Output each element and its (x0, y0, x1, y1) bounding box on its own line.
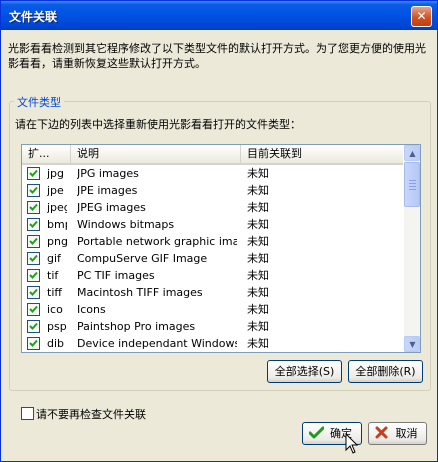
row-description: JPEG images (77, 201, 146, 214)
scroll-down-button[interactable]: ▼ (404, 336, 420, 352)
vertical-scrollbar[interactable]: ▲ ▼ (404, 145, 420, 352)
row-checkbox[interactable] (27, 320, 40, 333)
row-checkbox[interactable] (27, 269, 40, 282)
dont-check-checkbox[interactable] (21, 407, 34, 420)
list-row[interactable]: gif CompuServe GIF Image 未知 (22, 250, 403, 267)
select-all-button[interactable]: 全部选择(S) (267, 360, 342, 383)
row-checkbox[interactable] (27, 201, 40, 214)
row-extension: psp (47, 320, 67, 333)
row-checkbox[interactable] (27, 184, 40, 197)
column-header-description[interactable]: 说明 (71, 145, 241, 163)
row-extension: png (47, 235, 67, 248)
list-row[interactable]: bmp Windows bitmaps 未知 (22, 216, 403, 233)
list-row[interactable]: tiff Macintosh TIFF images 未知 (22, 284, 403, 301)
row-checkbox[interactable] (27, 286, 40, 299)
close-button[interactable]: ✕ (411, 6, 432, 27)
row-extension: gif (47, 252, 61, 265)
delete-all-button[interactable]: 全部删除(R) (348, 360, 423, 383)
check-icon (29, 339, 38, 347)
row-description: Windows bitmaps (77, 218, 175, 231)
file-type-list[interactable]: 扩... 说明 目前关联到 jpg JPG images 未知 jpe JPE imag… (21, 144, 421, 353)
cancel-button[interactable]: 取消 (368, 422, 427, 445)
row-associated: 未知 (247, 269, 269, 282)
group-legend: 文件类型 (14, 94, 64, 110)
check-icon (29, 288, 38, 296)
title-bar[interactable]: 文件关联 ✕ (1, 1, 437, 30)
row-checkbox[interactable] (27, 235, 40, 248)
row-associated: 未知 (247, 286, 269, 299)
description-text: 光影看看检测到其它程序修改了以下类型文件的默认打开方式。为了您更方便的使用光影看… (8, 42, 426, 70)
list-row[interactable]: jpeg JPEG images 未知 (22, 199, 403, 216)
row-associated: 未知 (247, 252, 269, 265)
check-icon (29, 237, 38, 245)
list-row[interactable]: dib Device independant Windows ... 未知 (22, 335, 403, 352)
list-row[interactable]: psp Paintshop Pro images 未知 (22, 318, 403, 335)
chevron-up-icon: ▲ (409, 149, 416, 158)
row-description: Macintosh TIFF images (77, 286, 203, 299)
check-icon (29, 203, 38, 211)
list-header: 扩... 说明 目前关联到 (22, 145, 403, 165)
check-icon (29, 271, 38, 279)
check-icon (29, 254, 38, 262)
row-associated: 未知 (247, 201, 269, 214)
row-description: Paintshop Pro images (77, 320, 196, 333)
row-description: Portable network graphic images (77, 235, 237, 248)
scroll-thumb[interactable] (404, 162, 420, 207)
scroll-up-button[interactable]: ▲ (404, 145, 420, 161)
column-header-associated[interactable]: 目前关联到 (241, 145, 403, 163)
row-extension: jpe (47, 184, 64, 197)
cancel-x-icon (375, 426, 388, 439)
check-icon (29, 169, 38, 177)
mouse-cursor-icon (345, 433, 359, 454)
cancel-label: 取消 (395, 427, 418, 440)
checkmark-icon (309, 426, 324, 439)
row-description: JPG images (77, 167, 139, 180)
row-checkbox[interactable] (27, 252, 40, 265)
list-prompt: 请在下边的列表中选择重新使用光影看看打开的文件类型： (15, 118, 301, 131)
row-description: Icons (77, 303, 106, 316)
row-description: Device independant Windows ... (77, 337, 237, 350)
row-associated: 未知 (247, 337, 269, 350)
list-row[interactable]: png Portable network graphic images 未知 (22, 233, 403, 250)
row-extension: bmp (47, 218, 67, 231)
row-checkbox[interactable] (27, 337, 40, 350)
list-rows: jpg JPG images 未知 jpe JPE images 未知 jpeg JPEG i… (22, 165, 403, 352)
row-description: PC TIF images (77, 269, 155, 282)
check-icon (29, 322, 38, 330)
list-row[interactable]: ico Icons 未知 (22, 301, 403, 318)
row-extension: tiff (47, 286, 62, 299)
row-description: CompuServe GIF Image (77, 252, 208, 265)
chevron-down-icon: ▼ (409, 340, 416, 349)
dont-check-label: 请不要再检查文件关联 (36, 408, 146, 421)
row-checkbox[interactable] (27, 303, 40, 316)
row-description: JPE images (77, 184, 138, 197)
check-icon (29, 305, 38, 313)
check-icon (29, 220, 38, 228)
list-row[interactable]: jpg JPG images 未知 (22, 165, 403, 182)
row-checkbox[interactable] (27, 167, 40, 180)
row-associated: 未知 (247, 184, 269, 197)
row-extension: ico (47, 303, 63, 316)
row-associated: 未知 (247, 303, 269, 316)
row-extension: tif (47, 269, 59, 282)
row-associated: 未知 (247, 167, 269, 180)
column-header-extension[interactable]: 扩... (22, 145, 71, 163)
row-associated: 未知 (247, 235, 269, 248)
row-extension: jpeg (47, 201, 67, 214)
list-row[interactable]: tif PC TIF images 未知 (22, 267, 403, 284)
row-associated: 未知 (247, 320, 269, 333)
window-title: 文件关联 (9, 10, 58, 24)
row-associated: 未知 (247, 218, 269, 231)
file-association-dialog: 文件关联 ✕ 光影看看检测到其它程序修改了以下类型文件的默认打开方式。为了您更方… (0, 0, 438, 462)
close-icon: ✕ (416, 9, 427, 23)
row-checkbox[interactable] (27, 218, 40, 231)
row-extension: dib (47, 337, 65, 350)
list-row[interactable]: jpe JPE images 未知 (22, 182, 403, 199)
check-icon (29, 186, 38, 194)
row-extension: jpg (47, 167, 65, 180)
